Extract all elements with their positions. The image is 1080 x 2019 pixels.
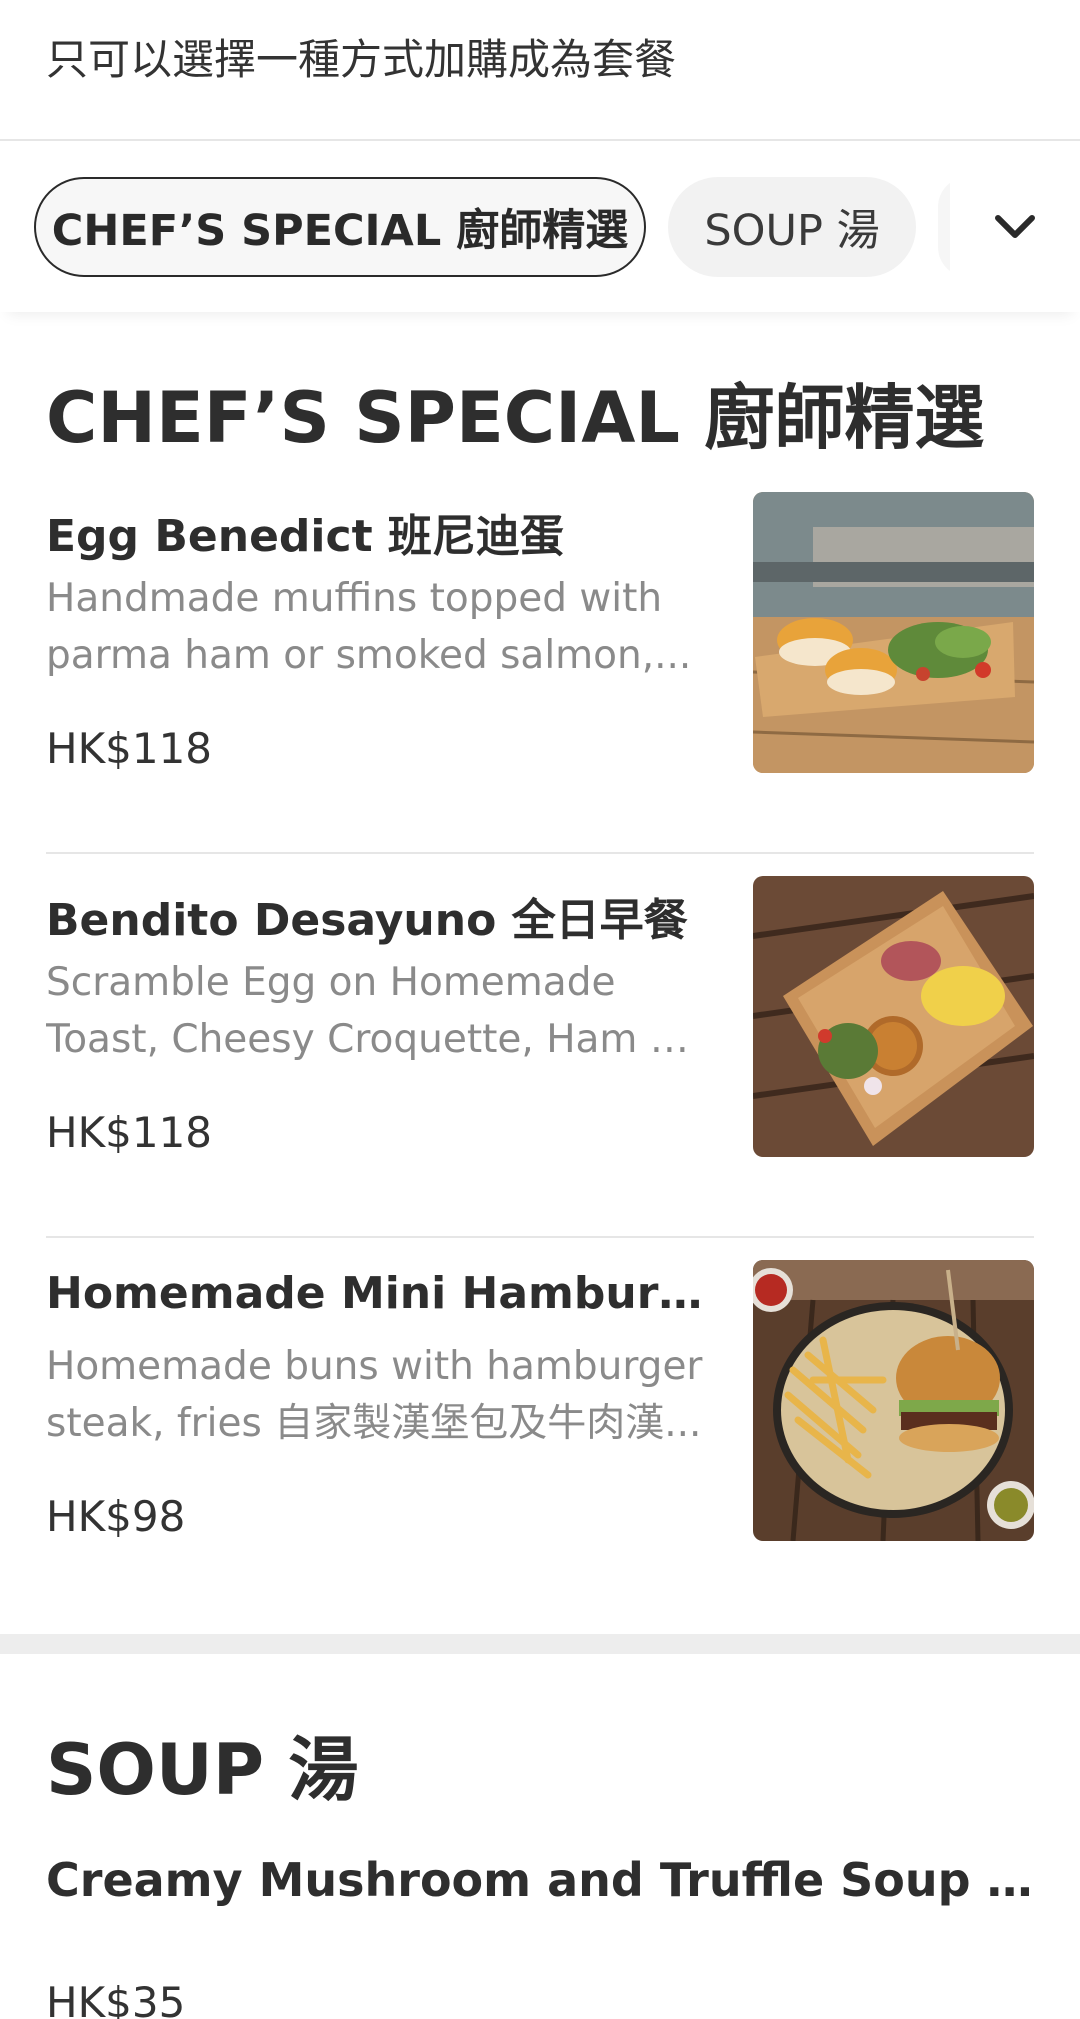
section-chefs-special: CHEF’S SPECIAL 廚師精選 Egg Benedict 班尼迪蛋 Ha…: [0, 312, 1080, 1616]
item-name: Homemade Mini Hamburge...: [46, 1268, 706, 1319]
section-soup: SOUP 湯 Creamy Mushroom and Truffle Soup …: [0, 1654, 1080, 2019]
menu-item[interactable]: Bendito Desayuno 全日早餐 Scramble Egg on Ho…: [46, 854, 1034, 1238]
item-description: Homemade buns with hamburger steak, frie…: [46, 1344, 703, 1446]
menu-item[interactable]: Homemade Mini Hamburge... Homemade buns …: [46, 1238, 1034, 1616]
item-name: Egg Benedict 班尼迪蛋: [46, 511, 564, 562]
all-day-breakfast-photo[interactable]: [753, 876, 1034, 1157]
item-price: HK$35: [46, 1978, 186, 2019]
menu-item[interactable]: Egg Benedict 班尼迪蛋 Handmade muffins toppe…: [46, 470, 1034, 854]
menu-item[interactable]: Creamy Mushroom and Truffle Soup 黑松露... …: [46, 1844, 1034, 2019]
item-description: Handmade muffins topped with parma ham o…: [46, 576, 692, 678]
combo-notice-text: 只可以選擇一種方式加購成為套餐: [46, 35, 677, 84]
expand-categories-button[interactable]: [950, 141, 1080, 312]
mini-hamburger-photo[interactable]: [753, 1260, 1034, 1541]
item-price: HK$118: [46, 724, 213, 773]
tab-chefs-special[interactable]: CHEF’S SPECIAL 廚師精選: [34, 176, 646, 277]
category-tab-bar: CHEF’S SPECIAL 廚師精選 SOUP 湯: [0, 141, 1080, 312]
combo-notice: 只可以選擇一種方式加購成為套餐: [0, 0, 1080, 141]
tab-soup[interactable]: SOUP 湯: [668, 176, 916, 277]
item-name: Creamy Mushroom and Truffle Soup 黑松露...: [46, 1853, 1034, 1907]
section-divider: [0, 1634, 1080, 1654]
section-title: CHEF’S SPECIAL 廚師精選: [46, 377, 985, 459]
item-name: Bendito Desayuno 全日早餐: [46, 895, 688, 946]
item-description: Scramble Egg on Homemade Toast, Cheesy C…: [46, 960, 681, 1062]
item-price: HK$98: [46, 1492, 186, 1541]
section-title: SOUP 湯: [46, 1729, 359, 1811]
item-price: HK$118: [46, 1108, 213, 1157]
chevron-down-icon: [995, 214, 1035, 238]
egg-benedict-photo[interactable]: [753, 492, 1034, 773]
